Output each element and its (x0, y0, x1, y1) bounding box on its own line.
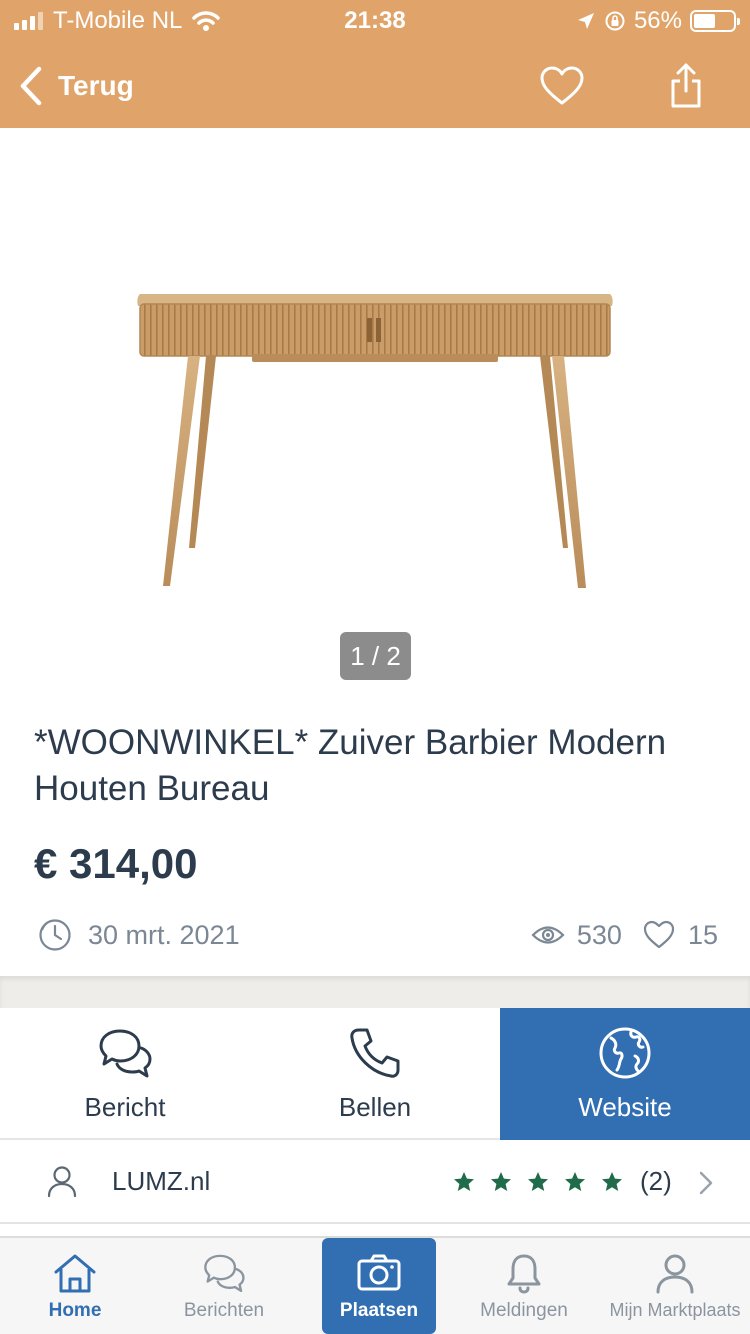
tab-place-ad[interactable]: Plaatsen (322, 1238, 436, 1334)
seller-rating-stars (452, 1170, 624, 1194)
user-icon (47, 1166, 77, 1198)
views-count: 530 (576, 919, 622, 950)
share-button[interactable] (660, 60, 712, 112)
listing-title: *WOONWINKEL* Zuiver Barbier Modern Houte… (34, 723, 667, 808)
star-icon (565, 1172, 585, 1191)
message-label: Bericht (84, 1092, 166, 1122)
listing-stats: 530 15 (531, 914, 718, 956)
heart-icon (540, 66, 584, 105)
star-icon (602, 1172, 622, 1191)
globe-icon (599, 1027, 651, 1079)
share-icon (671, 63, 701, 108)
back-label: Terug (58, 70, 134, 101)
location-arrow-icon (577, 13, 594, 29)
seller-row[interactable]: LUMZ.nl (2) (0, 1142, 750, 1224)
tab-home[interactable]: Home (24, 1238, 126, 1334)
user-icon (656, 1254, 694, 1294)
rotation-lock-icon (605, 11, 625, 31)
status-right: 56% (576, 6, 740, 36)
chevron-right-icon (699, 1171, 713, 1195)
tab-notifications-label: Meldingen (480, 1300, 568, 1321)
favorites-count: 15 (687, 919, 718, 950)
contact-actions: Bericht Bellen Website (0, 1008, 750, 1140)
website-button[interactable]: Website (500, 1008, 750, 1140)
chat-bubbles-icon (99, 1029, 152, 1078)
star-icon (528, 1172, 548, 1191)
tab-my-marktplaats[interactable]: Mijn Marktplaats (604, 1238, 746, 1334)
clock-icon (39, 919, 71, 951)
chat-bubbles-icon (204, 1254, 245, 1293)
website-label: Website (578, 1092, 672, 1122)
heart-outline-icon (643, 920, 675, 949)
chevron-left-icon (20, 66, 42, 106)
eye-icon (531, 926, 565, 944)
tab-home-label: Home (48, 1300, 102, 1321)
product-image (137, 294, 613, 588)
image-gallery[interactable] (0, 128, 750, 688)
camera-icon (357, 1254, 401, 1291)
tab-messages[interactable]: Berichten (166, 1238, 282, 1334)
section-divider (0, 976, 750, 1008)
phone-icon (350, 1028, 400, 1078)
listing-meta: 30 mrt. 2021 530 15 (38, 914, 718, 956)
favorite-button[interactable] (536, 60, 588, 112)
nav-bar: Terug (0, 44, 750, 128)
listing-date: 30 mrt. 2021 (38, 914, 240, 956)
back-button[interactable]: Terug (18, 64, 134, 108)
star-icon (491, 1172, 511, 1191)
home-icon (54, 1254, 96, 1293)
tab-place-label: Plaatsen (339, 1300, 419, 1321)
status-bar: T-Mobile NL 21:38 56% (0, 0, 750, 44)
date-label: 30 mrt. 2021 (88, 919, 240, 950)
message-button[interactable]: Bericht (0, 1008, 250, 1140)
tab-bar: Home Berichten Plaatsen Meldingen Mijn M… (0, 1236, 750, 1334)
tab-notifications[interactable]: Meldingen (466, 1238, 582, 1334)
tab-messages-label: Berichten (183, 1300, 265, 1321)
battery-fill (694, 14, 716, 28)
bell-icon (507, 1254, 541, 1294)
battery-percent: 56% (633, 7, 682, 34)
image-counter: 1 / 2 (340, 632, 411, 680)
listing-price: € 314,00 (34, 840, 198, 887)
call-button[interactable]: Bellen (250, 1008, 500, 1140)
battery-icon (690, 10, 740, 32)
tab-my-label: Mijn Marktplaats (609, 1300, 741, 1320)
rating-count: (2) (640, 1166, 672, 1196)
star-icon (454, 1172, 474, 1191)
seller-name: LUMZ.nl (112, 1166, 211, 1196)
call-label: Bellen (338, 1092, 412, 1122)
